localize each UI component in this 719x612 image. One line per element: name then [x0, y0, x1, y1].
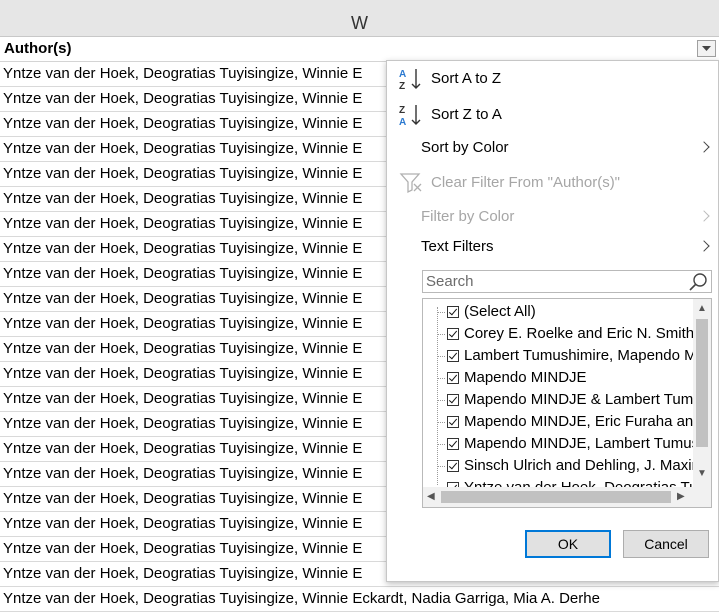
- vertical-scrollbar[interactable]: ▲ ▼: [693, 299, 711, 487]
- tree-connector-tick: [437, 444, 445, 445]
- filter-list-item-label: (Select All): [464, 303, 536, 320]
- svg-text:Z: Z: [399, 81, 405, 91]
- submenu-arrow-icon: [698, 141, 710, 153]
- text-filters-item[interactable]: Text Filters: [387, 233, 718, 261]
- filter-list-item[interactable]: Mapendo MINDJE: [423, 367, 693, 389]
- clear-filter-item: Clear Filter From "Author(s)": [387, 169, 718, 197]
- cancel-button[interactable]: Cancel: [623, 530, 709, 558]
- search-input[interactable]: Search: [422, 270, 712, 293]
- tree-connector-tick: [437, 400, 445, 401]
- filter-by-color-label: Filter by Color: [421, 208, 515, 225]
- chevron-down-icon: [702, 45, 711, 51]
- filter-list-item[interactable]: Mapendo MINDJE, Eric Furaha and: [423, 411, 693, 433]
- svg-text:A: A: [399, 69, 406, 80]
- scroll-down-icon[interactable]: ▼: [697, 469, 707, 479]
- sort-a-to-z-label: Sort A to Z: [431, 70, 502, 87]
- vertical-scroll-thumb[interactable]: [696, 319, 708, 447]
- checkbox[interactable]: [447, 460, 459, 472]
- filter-list-item[interactable]: Mapendo MINDJE & Lambert Tumushimire: [423, 389, 693, 411]
- tree-connector-tick: [437, 356, 445, 357]
- header-cell-authors[interactable]: Author(s): [0, 37, 719, 62]
- filter-list-item-label: Mapendo MINDJE & Lambert Tumushimire: [464, 391, 693, 408]
- sort-a-to-z-item[interactable]: A Z Sort A to Z: [387, 65, 718, 93]
- sort-ascending-icon: A Z: [399, 69, 421, 91]
- submenu-arrow-icon: [698, 210, 710, 222]
- filter-list-item-label: Corey E. Roelke and Eric N. Smith: [464, 325, 693, 342]
- table-row[interactable]: Yntze van der Hoek, Deogratias Tuyisingi…: [0, 587, 719, 612]
- filter-list-item[interactable]: Corey E. Roelke and Eric N. Smith: [423, 323, 693, 345]
- filter-list-item-label: Mapendo MINDJE: [464, 369, 587, 386]
- sort-by-color-label: Sort by Color: [421, 139, 509, 156]
- filter-values-list[interactable]: (Select All) Corey E. Roelke and Eric N. …: [422, 298, 712, 508]
- checkbox[interactable]: [447, 394, 459, 406]
- filter-list-item[interactable]: Mapendo MINDJE, Lambert Tumushimire: [423, 433, 693, 455]
- submenu-arrow-icon: [698, 240, 710, 252]
- checkbox[interactable]: [447, 328, 459, 340]
- checkbox[interactable]: [447, 350, 459, 362]
- scroll-right-icon[interactable]: ▶: [677, 492, 685, 502]
- tree-connector-tick: [437, 422, 445, 423]
- filter-list-item-label: Mapendo MINDJE, Lambert Tumushimire: [464, 435, 693, 452]
- field-name: Author(s): [4, 40, 72, 57]
- filter-by-color-item: Filter by Color: [387, 203, 718, 231]
- scroll-up-icon[interactable]: ▲: [697, 304, 707, 314]
- checkbox[interactable]: [447, 306, 459, 318]
- horizontal-scrollbar[interactable]: ◀ ▶: [423, 487, 693, 507]
- checkbox[interactable]: [447, 416, 459, 428]
- filter-dropdown-button[interactable]: [697, 40, 716, 57]
- text-filters-label: Text Filters: [421, 238, 494, 255]
- tree-connector-tick: [437, 312, 445, 313]
- scrollbar-corner: [693, 487, 711, 507]
- filter-list-item-label: Sinsch Ulrich and Dehling, J. Maximilian: [464, 457, 693, 474]
- tree-connector-tick: [437, 334, 445, 335]
- clear-filter-label: Clear Filter From "Author(s)": [431, 174, 621, 191]
- sort-by-color-item[interactable]: Sort by Color: [387, 134, 718, 162]
- filter-list-item-label: Lambert Tumushimire, Mapendo MINDJE: [464, 347, 693, 364]
- sort-z-to-a-item[interactable]: Z A Sort Z to A: [387, 101, 718, 129]
- checkbox[interactable]: [447, 372, 459, 384]
- filter-dropdown-menu: A Z Sort A to Z Z A Sort Z to A Sort by …: [386, 60, 719, 582]
- filter-list-item[interactable]: (Select All): [423, 301, 693, 323]
- column-header-w[interactable]: W: [0, 0, 719, 37]
- svg-text:Z: Z: [399, 105, 405, 116]
- checkbox[interactable]: [447, 438, 459, 450]
- sort-descending-icon: Z A: [399, 105, 421, 127]
- horizontal-scroll-thumb[interactable]: [441, 491, 671, 503]
- clear-filter-icon: [399, 173, 422, 194]
- filter-list-item[interactable]: Sinsch Ulrich and Dehling, J. Maximilian: [423, 455, 693, 477]
- search-icon: [689, 273, 707, 291]
- ok-button[interactable]: OK: [525, 530, 611, 558]
- sort-z-to-a-label: Sort Z to A: [431, 106, 502, 123]
- tree-connector-tick: [437, 378, 445, 379]
- filter-list-item-label: Mapendo MINDJE, Eric Furaha and: [464, 413, 693, 430]
- search-placeholder: Search: [426, 273, 474, 290]
- tree-connector-tick: [437, 466, 445, 467]
- scroll-left-icon[interactable]: ◀: [427, 492, 435, 502]
- filter-list-item[interactable]: Lambert Tumushimire, Mapendo MINDJE: [423, 345, 693, 367]
- svg-text:A: A: [399, 117, 406, 127]
